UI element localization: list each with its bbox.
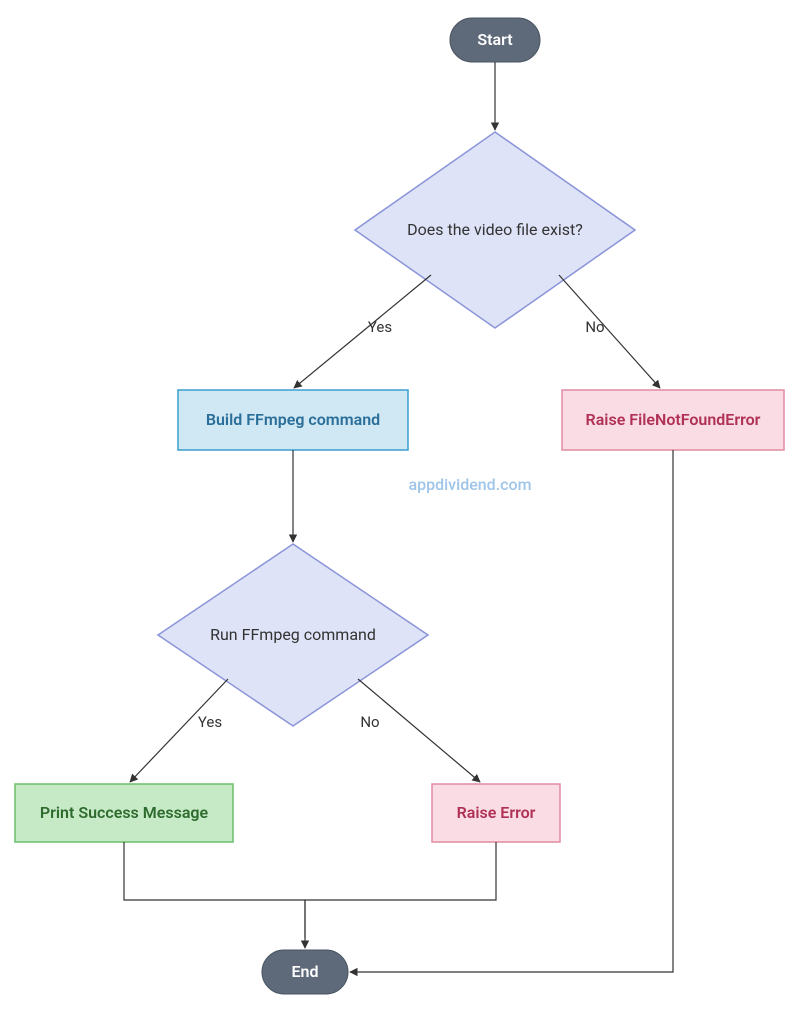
edge-decision1-yes	[294, 275, 431, 388]
edge-label-yes2: Yes	[198, 713, 222, 731]
edge-label-no2: No	[360, 713, 379, 731]
raise-error-node: Raise Error	[432, 784, 560, 842]
edge-raiseerror-merge	[305, 842, 496, 900]
decision-file-exists: Does the video file exist?	[355, 132, 635, 328]
file-not-found-node: Raise FileNotFoundError	[562, 390, 784, 450]
end-node: End	[262, 950, 348, 994]
flowchart-canvas: Start Does the video file exist? Yes No …	[0, 0, 799, 1024]
edge-label-yes1: Yes	[368, 318, 392, 336]
edge-decision1-no	[559, 275, 660, 388]
build-label: Build FFmpeg command	[206, 410, 380, 429]
start-label: Start	[477, 30, 513, 49]
start-node: Start	[450, 18, 540, 62]
edge-success-merge	[124, 842, 305, 938]
edge-filenotfound-end	[350, 450, 673, 972]
end-label: End	[292, 962, 319, 981]
filenotfound-label: Raise FileNotFoundError	[586, 410, 761, 429]
decision1-label: Does the video file exist?	[407, 220, 583, 239]
raiseerror-label: Raise Error	[457, 803, 536, 822]
success-node: Print Success Message	[15, 784, 233, 842]
decision2-label: Run FFmpeg command	[210, 625, 376, 644]
success-label: Print Success Message	[40, 803, 209, 822]
decision-run-ffmpeg: Run FFmpeg command	[158, 544, 428, 726]
watermark-text: appdividend.com	[408, 475, 531, 494]
edge-label-no1: No	[585, 318, 604, 336]
build-ffmpeg-node: Build FFmpeg command	[178, 390, 408, 450]
